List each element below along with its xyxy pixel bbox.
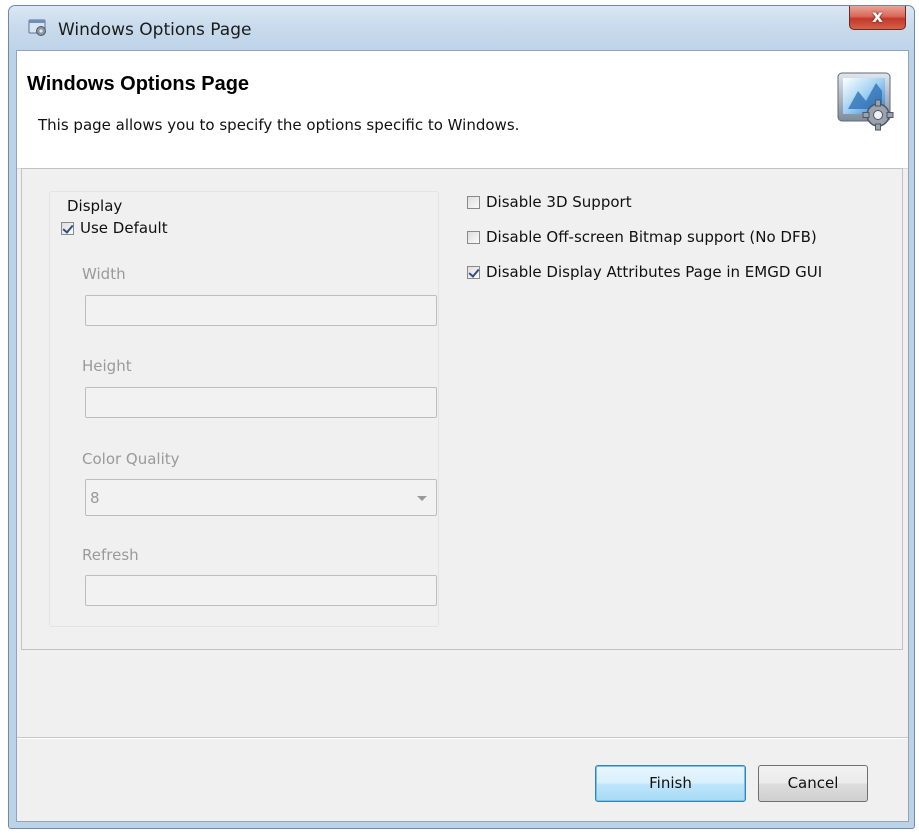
use-default-checkbox[interactable]: Use Default [61, 219, 168, 237]
disable-offscreen-bitmap-checkbox[interactable]: Disable Off-screen Bitmap support (No DF… [467, 228, 817, 246]
window-title: Windows Options Page [58, 20, 252, 40]
chevron-down-icon[interactable] [417, 496, 427, 501]
refresh-label: Refresh [82, 546, 139, 564]
page-description: This page allows you to specify the opti… [38, 116, 520, 134]
disable-offscreen-bitmap-label: Disable Off-screen Bitmap support (No DF… [486, 228, 817, 246]
use-default-checkbox-box[interactable] [61, 221, 74, 235]
title-bar[interactable]: Windows Options Page x [9, 6, 914, 50]
disable-display-attributes-box[interactable] [467, 265, 480, 279]
cancel-button[interactable]: Cancel [758, 765, 868, 802]
finish-button[interactable]: Finish [595, 765, 746, 802]
disable-offscreen-bitmap-box[interactable] [467, 230, 480, 244]
disable-display-attributes-checkbox[interactable]: Disable Display Attributes Page in EMGD … [467, 263, 822, 281]
disable-3d-support-box[interactable] [467, 195, 480, 209]
display-group-legend: Display [65, 197, 125, 215]
wizard-header: Windows Options Page This page allows yo… [17, 51, 908, 169]
disable-3d-support-checkbox[interactable]: Disable 3D Support [467, 193, 632, 211]
options-panel: Display Use Default Width Height Color Q… [21, 168, 903, 650]
color-quality-value: 8 [90, 489, 100, 507]
color-quality-select[interactable]: 8 [85, 479, 437, 516]
dialog-window: Windows Options Page x Windows Options P… [8, 5, 915, 829]
disable-display-attributes-label: Disable Display Attributes Page in EMGD … [486, 263, 823, 281]
height-input[interactable] [85, 387, 437, 418]
footer-separator [17, 737, 908, 739]
close-button[interactable]: x [849, 6, 906, 30]
settings-gear-icon [836, 69, 896, 133]
height-label: Height [82, 357, 132, 375]
width-label: Width [82, 265, 126, 283]
app-icon [28, 19, 48, 37]
dialog-client-area: Windows Options Page This page allows yo… [16, 50, 909, 822]
display-group: Display Use Default Width Height Color Q… [49, 191, 439, 627]
width-input[interactable] [85, 295, 437, 326]
use-default-label: Use Default [80, 219, 168, 237]
page-title: Windows Options Page [27, 73, 250, 95]
color-quality-label: Color Quality [82, 450, 180, 468]
disable-3d-support-label: Disable 3D Support [486, 193, 632, 211]
refresh-input[interactable] [85, 575, 437, 606]
